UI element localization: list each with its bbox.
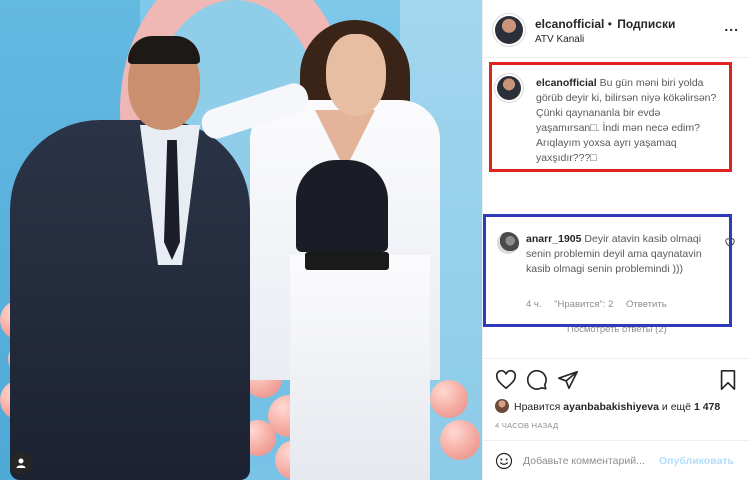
likes-summary: Нравится ayanbabakishiyeva и ещё 1 478 [495,399,720,413]
woman-belt [305,252,389,270]
liker-avatar[interactable] [495,399,509,413]
like-heart-icon[interactable] [495,369,517,391]
following-button[interactable]: Подписки [617,17,675,31]
likes-suffix: и ещё [661,401,692,413]
man-hair [128,36,200,64]
author-subtitle[interactable]: ATV Kanali [535,34,584,45]
follow-separator: • [607,17,612,31]
tagged-user-icon[interactable] [10,452,32,474]
share-icon[interactable] [557,369,579,391]
decor-ball [430,380,468,418]
woman-top [296,160,388,252]
save-bookmark-icon[interactable] [717,369,739,391]
woman-face [326,34,386,116]
emoji-icon[interactable] [495,452,513,470]
add-comment-bar: Опубликовать [483,440,750,480]
woman-pants [290,255,430,480]
likes-count[interactable]: 1 478 [694,401,720,413]
man-suit [10,120,250,480]
user-icon [16,458,26,468]
caption-highlight-box [489,62,732,172]
publish-button[interactable]: Опубликовать [659,455,734,467]
comment-icon[interactable] [526,369,548,391]
post-actions: Нравится ayanbabakishiyeva и ещё 1 478 4… [483,358,750,438]
post-header: elcanofficial • Подписки ATV Kanali ... [483,0,750,58]
more-options-icon[interactable]: ... [724,18,739,34]
likes-prefix: Нравится [514,401,561,413]
author-line: elcanofficial • Подписки [535,17,675,31]
posted-time[interactable]: 4 ЧАСОВ НАЗАД [495,421,558,430]
author-username[interactable]: elcanofficial [535,17,604,31]
comment-highlight-box [483,214,732,327]
post-photo[interactable] [0,0,482,480]
decor-ball [440,420,480,460]
author-avatar[interactable] [495,16,523,44]
liker-username[interactable]: ayanbabakishiyeva [563,401,659,413]
